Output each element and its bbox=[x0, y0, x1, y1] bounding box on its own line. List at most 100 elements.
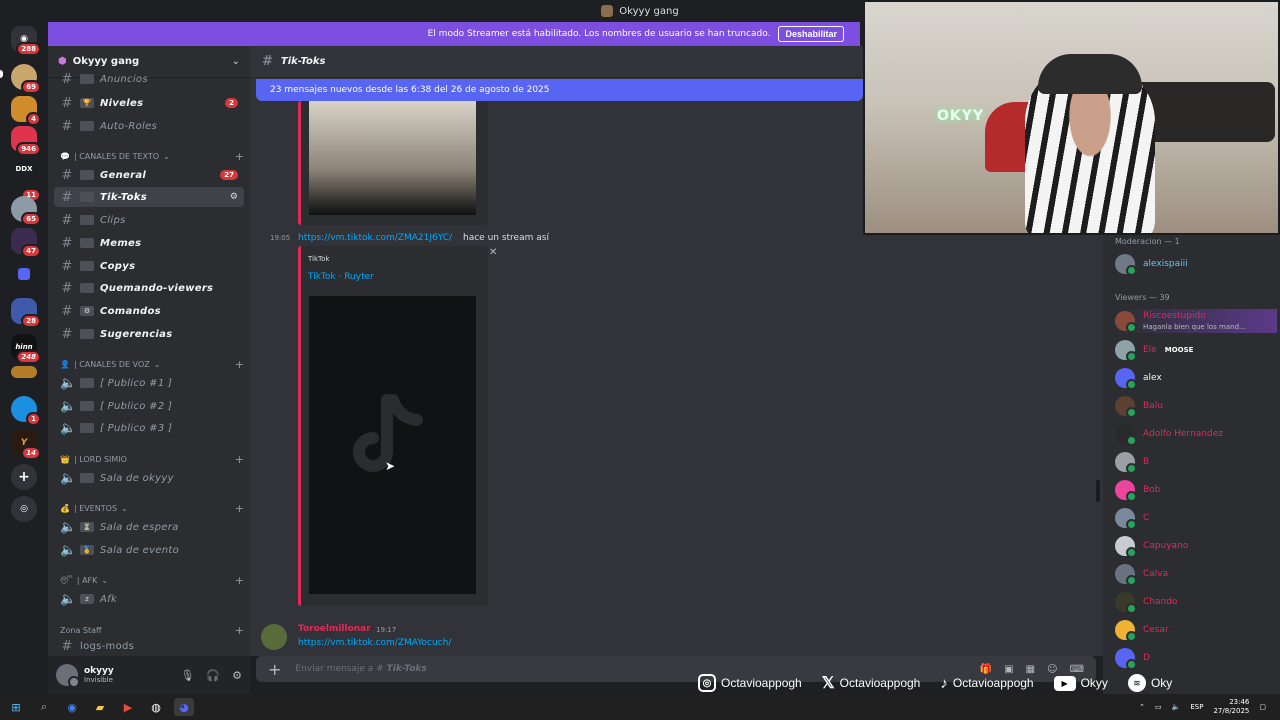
server-icon-6[interactable]: 65 bbox=[11, 196, 41, 226]
channel-emoji-icon bbox=[80, 401, 94, 411]
hash-icon: # bbox=[61, 280, 73, 296]
channel-memes[interactable]: # Memes bbox=[54, 233, 244, 253]
voice-channel-afk[interactable]: 🔈 z Afk bbox=[54, 589, 244, 609]
windows-start-icon[interactable]: ⊞ bbox=[6, 698, 26, 716]
add-channel-icon[interactable]: + bbox=[235, 150, 244, 163]
add-channel-icon[interactable]: + bbox=[235, 624, 244, 637]
server-icon-2[interactable]: 4 bbox=[11, 96, 41, 126]
channel-anuncios[interactable]: # Anuncios bbox=[54, 72, 244, 87]
member-item[interactable]: alexispaiii bbox=[1115, 252, 1277, 276]
add-channel-icon[interactable]: + bbox=[235, 453, 244, 466]
channel-copys[interactable]: # Copys bbox=[54, 256, 244, 276]
avatar[interactable] bbox=[56, 664, 80, 688]
server-icon-11[interactable]: 1 bbox=[11, 396, 41, 426]
disable-streamer-button[interactable]: Deshabilitar bbox=[778, 26, 844, 42]
folder-icon[interactable] bbox=[18, 268, 30, 280]
channel-clips[interactable]: # Clips bbox=[54, 210, 244, 230]
obs-icon[interactable]: ◍ bbox=[146, 698, 166, 716]
member-item[interactable]: Riscoestupido Haganla bien que los mand… bbox=[1115, 309, 1277, 333]
voice-channel-publico-2[interactable]: 🔈 [ Publico #2 ] bbox=[54, 396, 244, 416]
voice-channel-sala-espera[interactable]: 🔈 ⏳ Sala de espera bbox=[54, 517, 244, 537]
notification-icon[interactable]: ▢ bbox=[1259, 703, 1266, 711]
file-explorer-icon[interactable]: ▰ bbox=[90, 698, 110, 716]
member-item[interactable]: Balu bbox=[1115, 394, 1277, 418]
member-item[interactable]: Calva bbox=[1115, 562, 1277, 586]
message-link[interactable]: https://vm.tiktok.com/ZMA21J6YC/ bbox=[298, 233, 452, 243]
tiktok-icon: ♪ bbox=[940, 674, 948, 692]
media-player-icon[interactable]: ▶ bbox=[118, 698, 138, 716]
channel-auto-roles[interactable]: # Auto-Roles bbox=[54, 116, 244, 136]
member-activity: Haganla bien que los mand… bbox=[1143, 323, 1247, 331]
network-icon[interactable]: ▭ bbox=[1155, 703, 1162, 711]
volume-icon[interactable]: 🔈 bbox=[1172, 703, 1181, 711]
category-texto[interactable]: 💬 | CANALES DE TEXTO ⌄ + bbox=[60, 149, 244, 163]
voice-channel-publico-1[interactable]: 🔈 [ Publico #1 ] bbox=[54, 373, 244, 393]
headphones-icon[interactable]: 🎧 bbox=[206, 669, 220, 682]
hash-icon: # bbox=[61, 235, 73, 251]
member-item[interactable]: B bbox=[1115, 450, 1277, 474]
badge: 69 bbox=[21, 80, 41, 94]
close-icon[interactable]: ✕ bbox=[489, 247, 497, 258]
member-item[interactable]: Chando bbox=[1115, 590, 1277, 614]
category-voz[interactable]: 👤 | CANALES DE VOZ ⌄ + bbox=[60, 357, 244, 371]
category-zona-staff[interactable]: Zona Staff + bbox=[60, 623, 244, 637]
voice-channel-publico-3[interactable]: 🔈 [ Publico #3 ] bbox=[54, 418, 244, 438]
channel-settings-icon[interactable]: ⚙ bbox=[230, 192, 238, 202]
explore-icon[interactable]: ◎ bbox=[11, 496, 37, 522]
category-label: | AFK bbox=[76, 575, 98, 585]
clock[interactable]: 23:46 27/8/2025 bbox=[1213, 698, 1249, 716]
new-messages-bar[interactable]: 23 mensajes nuevos desde las 6:38 del 26… bbox=[256, 79, 863, 101]
member-item[interactable]: Cesar bbox=[1115, 618, 1277, 642]
message-author[interactable]: Toroelmillonar bbox=[298, 624, 371, 634]
channel-general[interactable]: # General 27 bbox=[54, 165, 244, 185]
member-item[interactable]: Capuyano bbox=[1115, 534, 1277, 558]
server-icon-8[interactable]: 28 bbox=[11, 298, 41, 328]
member-item[interactable]: Ele MOOSE bbox=[1115, 338, 1277, 362]
home-button[interactable]: ◉ 288 bbox=[11, 26, 41, 56]
server-icon-12[interactable]: Y 14 bbox=[11, 430, 41, 460]
channel-logs-mods[interactable]: # logs-mods bbox=[54, 639, 244, 654]
server-icon-5[interactable]: 11 bbox=[11, 172, 41, 202]
server-icon-10[interactable] bbox=[11, 366, 37, 378]
video-player[interactable] bbox=[309, 296, 476, 594]
chevron-up-icon[interactable]: ⌃ bbox=[1139, 703, 1145, 711]
add-server-icon[interactable]: + bbox=[11, 464, 37, 490]
message-link[interactable]: https://vm.tiktok.com/ZMAYocuch/ bbox=[298, 638, 451, 648]
server-icon-7[interactable]: 47 bbox=[11, 228, 41, 258]
channel-comandos[interactable]: # ⚙ Comandos bbox=[54, 301, 244, 321]
member-item[interactable]: C bbox=[1115, 506, 1277, 530]
server-icon-okyyy[interactable]: 69 bbox=[11, 64, 41, 94]
member-item[interactable]: alex bbox=[1115, 366, 1277, 390]
mention-badge: 27 bbox=[220, 170, 238, 180]
video-thumbnail[interactable] bbox=[309, 101, 476, 215]
channel-sugerencias[interactable]: # Sugerencias bbox=[54, 324, 244, 344]
gear-icon[interactable]: ⚙ bbox=[232, 669, 242, 682]
channel-tik-toks[interactable]: # Tik-Toks ⚙ bbox=[54, 187, 244, 207]
add-attachment-icon[interactable]: + bbox=[268, 660, 281, 679]
category-lord-simio[interactable]: 👑 | LORD SIMIO + bbox=[60, 452, 244, 466]
keyboard-language[interactable]: ESP bbox=[1190, 703, 1203, 711]
voice-channel-sala-evento[interactable]: 🔈 🏅 Sala de evento bbox=[54, 540, 244, 560]
member-item[interactable]: Bob bbox=[1115, 478, 1277, 502]
server-icon-9[interactable]: hinn 248 bbox=[11, 334, 41, 364]
embed-title[interactable]: TikTok · Ruyter bbox=[308, 272, 374, 282]
chrome-icon[interactable]: ◉ bbox=[62, 698, 82, 716]
taskbar: ⊞ ⌕ ◉ ▰ ▶ ◍ ◕ ⌃ ▭ 🔈 ESP 23:46 27/8/2025 ▢ bbox=[0, 694, 1280, 720]
channel-quemando-viewers[interactable]: # Quemando-viewers bbox=[54, 278, 244, 298]
discord-taskbar-icon[interactable]: ◕ bbox=[174, 698, 194, 716]
microphone-icon[interactable]: 🎙 bbox=[180, 669, 194, 682]
category-eventos[interactable]: 💰 | EVENTOS ⌄ + bbox=[60, 501, 244, 515]
add-channel-icon[interactable]: + bbox=[235, 574, 244, 587]
voice-channel-sala-okyyy[interactable]: 🔈 Sala de okyyy bbox=[54, 468, 244, 488]
server-icon-3[interactable]: 946 bbox=[11, 126, 41, 156]
channel-niveles[interactable]: # 🏆 Niveles 2 bbox=[54, 93, 244, 113]
scrollbar[interactable] bbox=[1096, 480, 1100, 502]
member-item[interactable]: D bbox=[1115, 646, 1277, 670]
member-item[interactable]: Adolfo Hernandez bbox=[1115, 422, 1277, 446]
channel-emoji-icon bbox=[80, 329, 94, 339]
avatar[interactable] bbox=[261, 624, 287, 650]
category-afk[interactable]: 😴 | AFK ⌄ + bbox=[60, 573, 244, 587]
add-channel-icon[interactable]: + bbox=[235, 358, 244, 371]
add-channel-icon[interactable]: + bbox=[235, 502, 244, 515]
search-icon[interactable]: ⌕ bbox=[34, 698, 54, 716]
